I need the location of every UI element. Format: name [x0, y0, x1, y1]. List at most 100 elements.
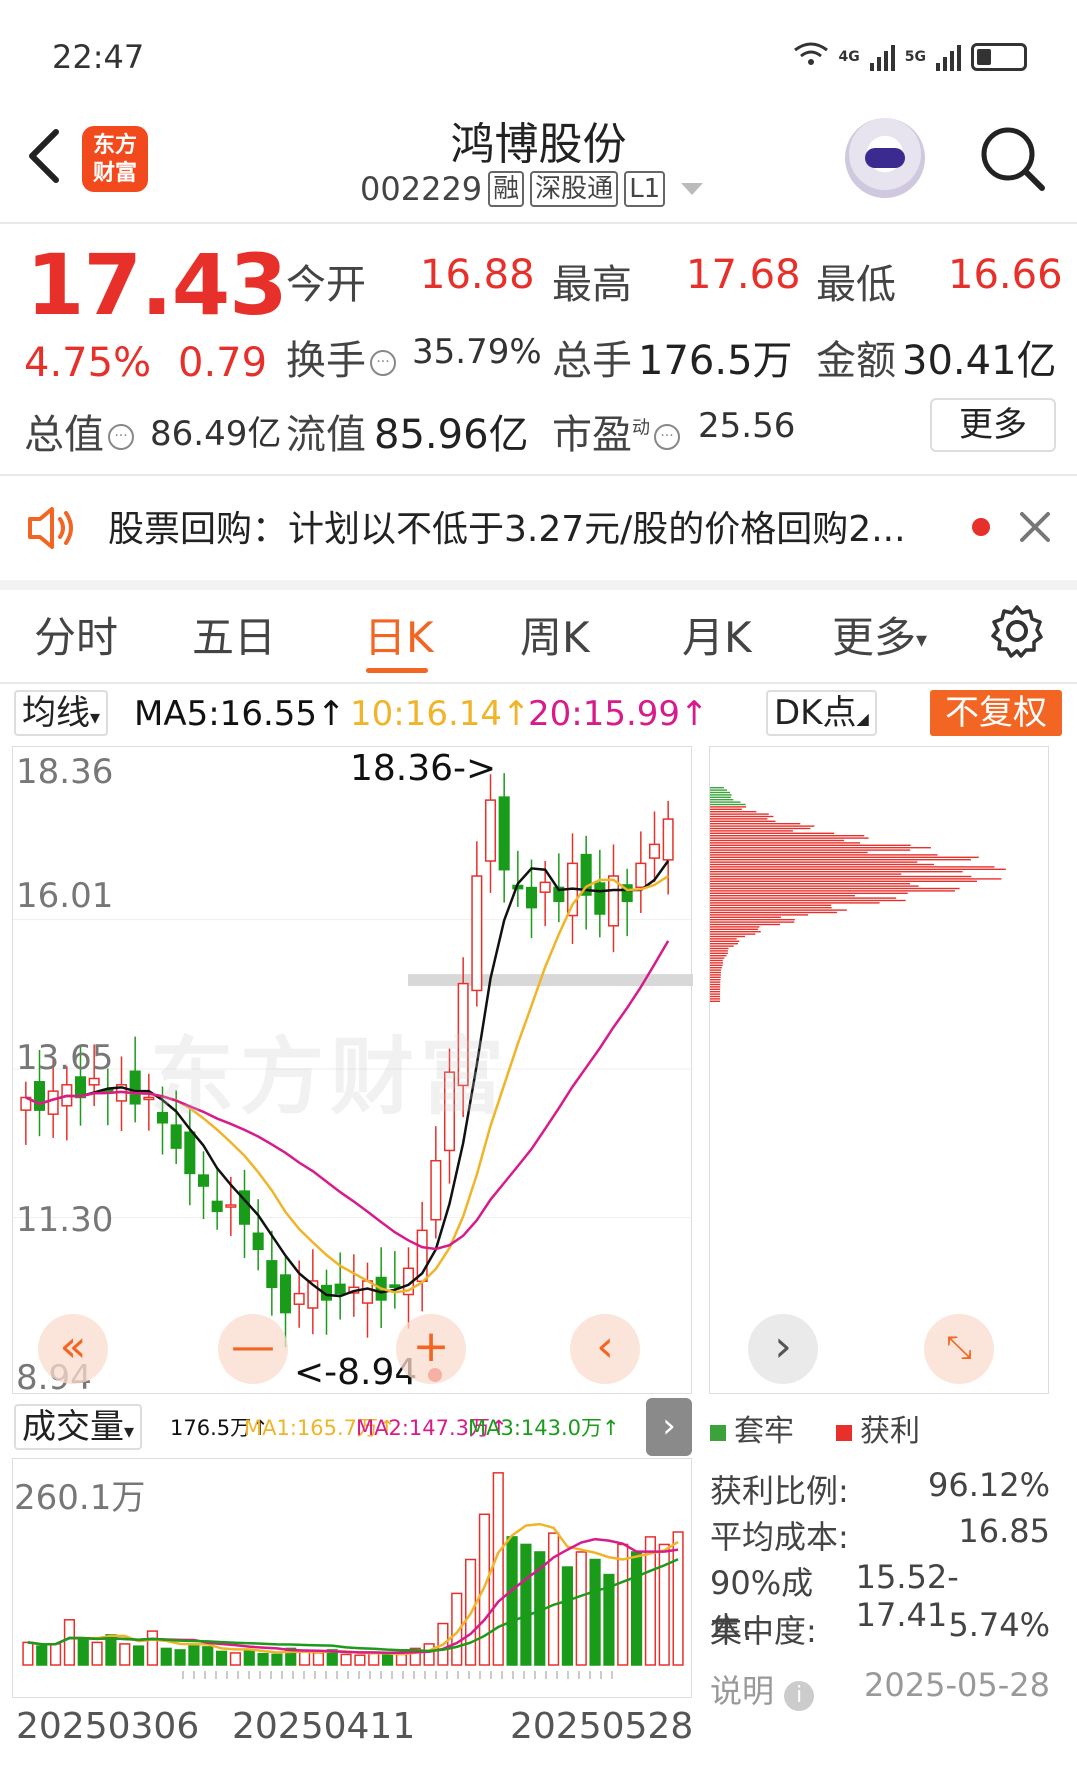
candle-body [266, 1260, 278, 1289]
chip-bar [710, 799, 734, 801]
volume-bar [119, 1643, 131, 1666]
stat-row: 集中度: 5.74% [710, 1606, 1050, 1652]
gear-icon[interactable] [990, 604, 1044, 658]
double-left-icon[interactable]: « [38, 1314, 108, 1384]
chip-bar [710, 952, 728, 954]
mktcap-value: 86.49亿 [150, 414, 282, 454]
notice-text[interactable]: 股票回购：计划以不低于3.27元/股的价格回购2... [108, 500, 906, 552]
chip-bar [710, 991, 721, 993]
chip-bar [710, 967, 722, 969]
chip-bar [710, 928, 759, 930]
candle-body [334, 1283, 346, 1295]
legend-profit: 获利 [836, 1406, 920, 1450]
volume-bar [672, 1531, 684, 1666]
tab-weekly-k[interactable]: 周K [520, 604, 590, 665]
chip-distribution-chart[interactable] [709, 746, 1049, 1394]
chip-bar [710, 962, 724, 964]
note-row[interactable]: 说明 i 2025-05-28 [710, 1666, 1050, 1712]
chip-bar [710, 859, 971, 861]
candle-body [211, 1200, 223, 1213]
divider [0, 682, 1077, 684]
volume-bar [22, 1641, 34, 1666]
chip-bar [710, 947, 729, 950]
low-label: 最低 [816, 262, 896, 308]
volume-select[interactable]: 成交量▾ [14, 1404, 143, 1450]
tab-daily-k[interactable]: 日K [364, 604, 434, 665]
volume-bar [589, 1558, 601, 1666]
resistance-band [408, 974, 693, 987]
ma-select[interactable]: 均线▾ [14, 690, 109, 736]
chip-bar [710, 887, 960, 890]
dist-svg [710, 787, 1006, 1002]
stock-code: 002229 [360, 170, 483, 208]
tab-monthly-k[interactable]: 月K [682, 604, 752, 665]
info-icon[interactable]: ··· [654, 424, 680, 450]
close-icon[interactable] [1018, 510, 1052, 544]
chip-bar [710, 787, 724, 789]
zoom-in-icon[interactable]: + [396, 1314, 466, 1384]
adjust-button[interactable]: 不复权 [930, 690, 1062, 736]
chip-bar [710, 971, 721, 974]
chip-bar [710, 863, 935, 866]
candle-body [225, 1204, 237, 1208]
chip-bar [710, 950, 728, 952]
chip-bar [710, 832, 835, 834]
volume-bar [547, 1532, 560, 1666]
volume-bar [395, 1653, 408, 1666]
chip-bar [710, 993, 721, 995]
chip-bar [710, 880, 977, 882]
pe-value: 25.56 [698, 406, 796, 446]
dk-select[interactable]: DK点◢ [766, 690, 877, 736]
chip-bar [710, 875, 972, 878]
tab-more-label: 更多 [832, 613, 917, 662]
speaker-icon [26, 505, 78, 551]
candle-body [47, 1090, 59, 1115]
caret-down-icon: ▾ [916, 628, 928, 653]
tab-more[interactable]: 更多▾ [832, 604, 927, 665]
candle-body [197, 1174, 210, 1187]
chip-bar [710, 820, 776, 822]
volume-bar [561, 1566, 574, 1666]
zoom-out-icon[interactable]: — [218, 1314, 288, 1384]
legend-profit-label: 获利 [860, 1414, 920, 1449]
chevron-left-icon[interactable]: ‹ [570, 1314, 640, 1384]
stock-code-row[interactable]: 002229 融 深股通 L1 [360, 170, 704, 208]
volume-bar [492, 1472, 504, 1666]
stat-label: 集中度: [710, 1612, 817, 1650]
chip-bar [710, 938, 737, 940]
more-button[interactable]: 更多 [930, 398, 1056, 452]
corner-icon: ◢ [856, 709, 869, 728]
chip-bar [710, 940, 740, 942]
chip-bar [710, 981, 721, 983]
expand-arrow-icon[interactable]: › [646, 1398, 692, 1456]
volume-bar [174, 1649, 186, 1666]
search-icon[interactable] [978, 124, 1048, 194]
chip-bar [710, 931, 761, 933]
tab-intraday[interactable]: 分时 [34, 604, 118, 665]
volume-bar [423, 1643, 435, 1666]
tab-five-day[interactable]: 五日 [192, 604, 276, 665]
chip-bar [710, 969, 722, 971]
assistant-avatar[interactable] [845, 118, 925, 198]
x-label-1: 20250306 [16, 1706, 200, 1747]
mktcap-label: 总值 ··· [24, 402, 138, 460]
volume-bar [340, 1653, 352, 1666]
candle-body [484, 799, 497, 862]
tab-indicator [366, 668, 428, 673]
chip-bar [710, 974, 721, 976]
chip-bar [710, 943, 739, 945]
chip-bar [710, 830, 793, 832]
battery-icon [971, 42, 1027, 71]
y-label-4: 11.30 [16, 1200, 114, 1240]
info-icon[interactable]: ··· [370, 350, 396, 376]
volume-bar [506, 1536, 518, 1666]
chevron-right-icon[interactable]: › [748, 1314, 818, 1384]
chip-bar [710, 878, 1002, 880]
volume-bar [312, 1652, 325, 1666]
info-icon[interactable]: ··· [108, 424, 134, 450]
chip-bar [710, 883, 911, 885]
chip-bar [710, 983, 721, 986]
expand-icon[interactable]: ⤡ [924, 1314, 994, 1384]
y-label-2: 16.01 [16, 876, 114, 916]
candle-body [361, 1280, 374, 1304]
